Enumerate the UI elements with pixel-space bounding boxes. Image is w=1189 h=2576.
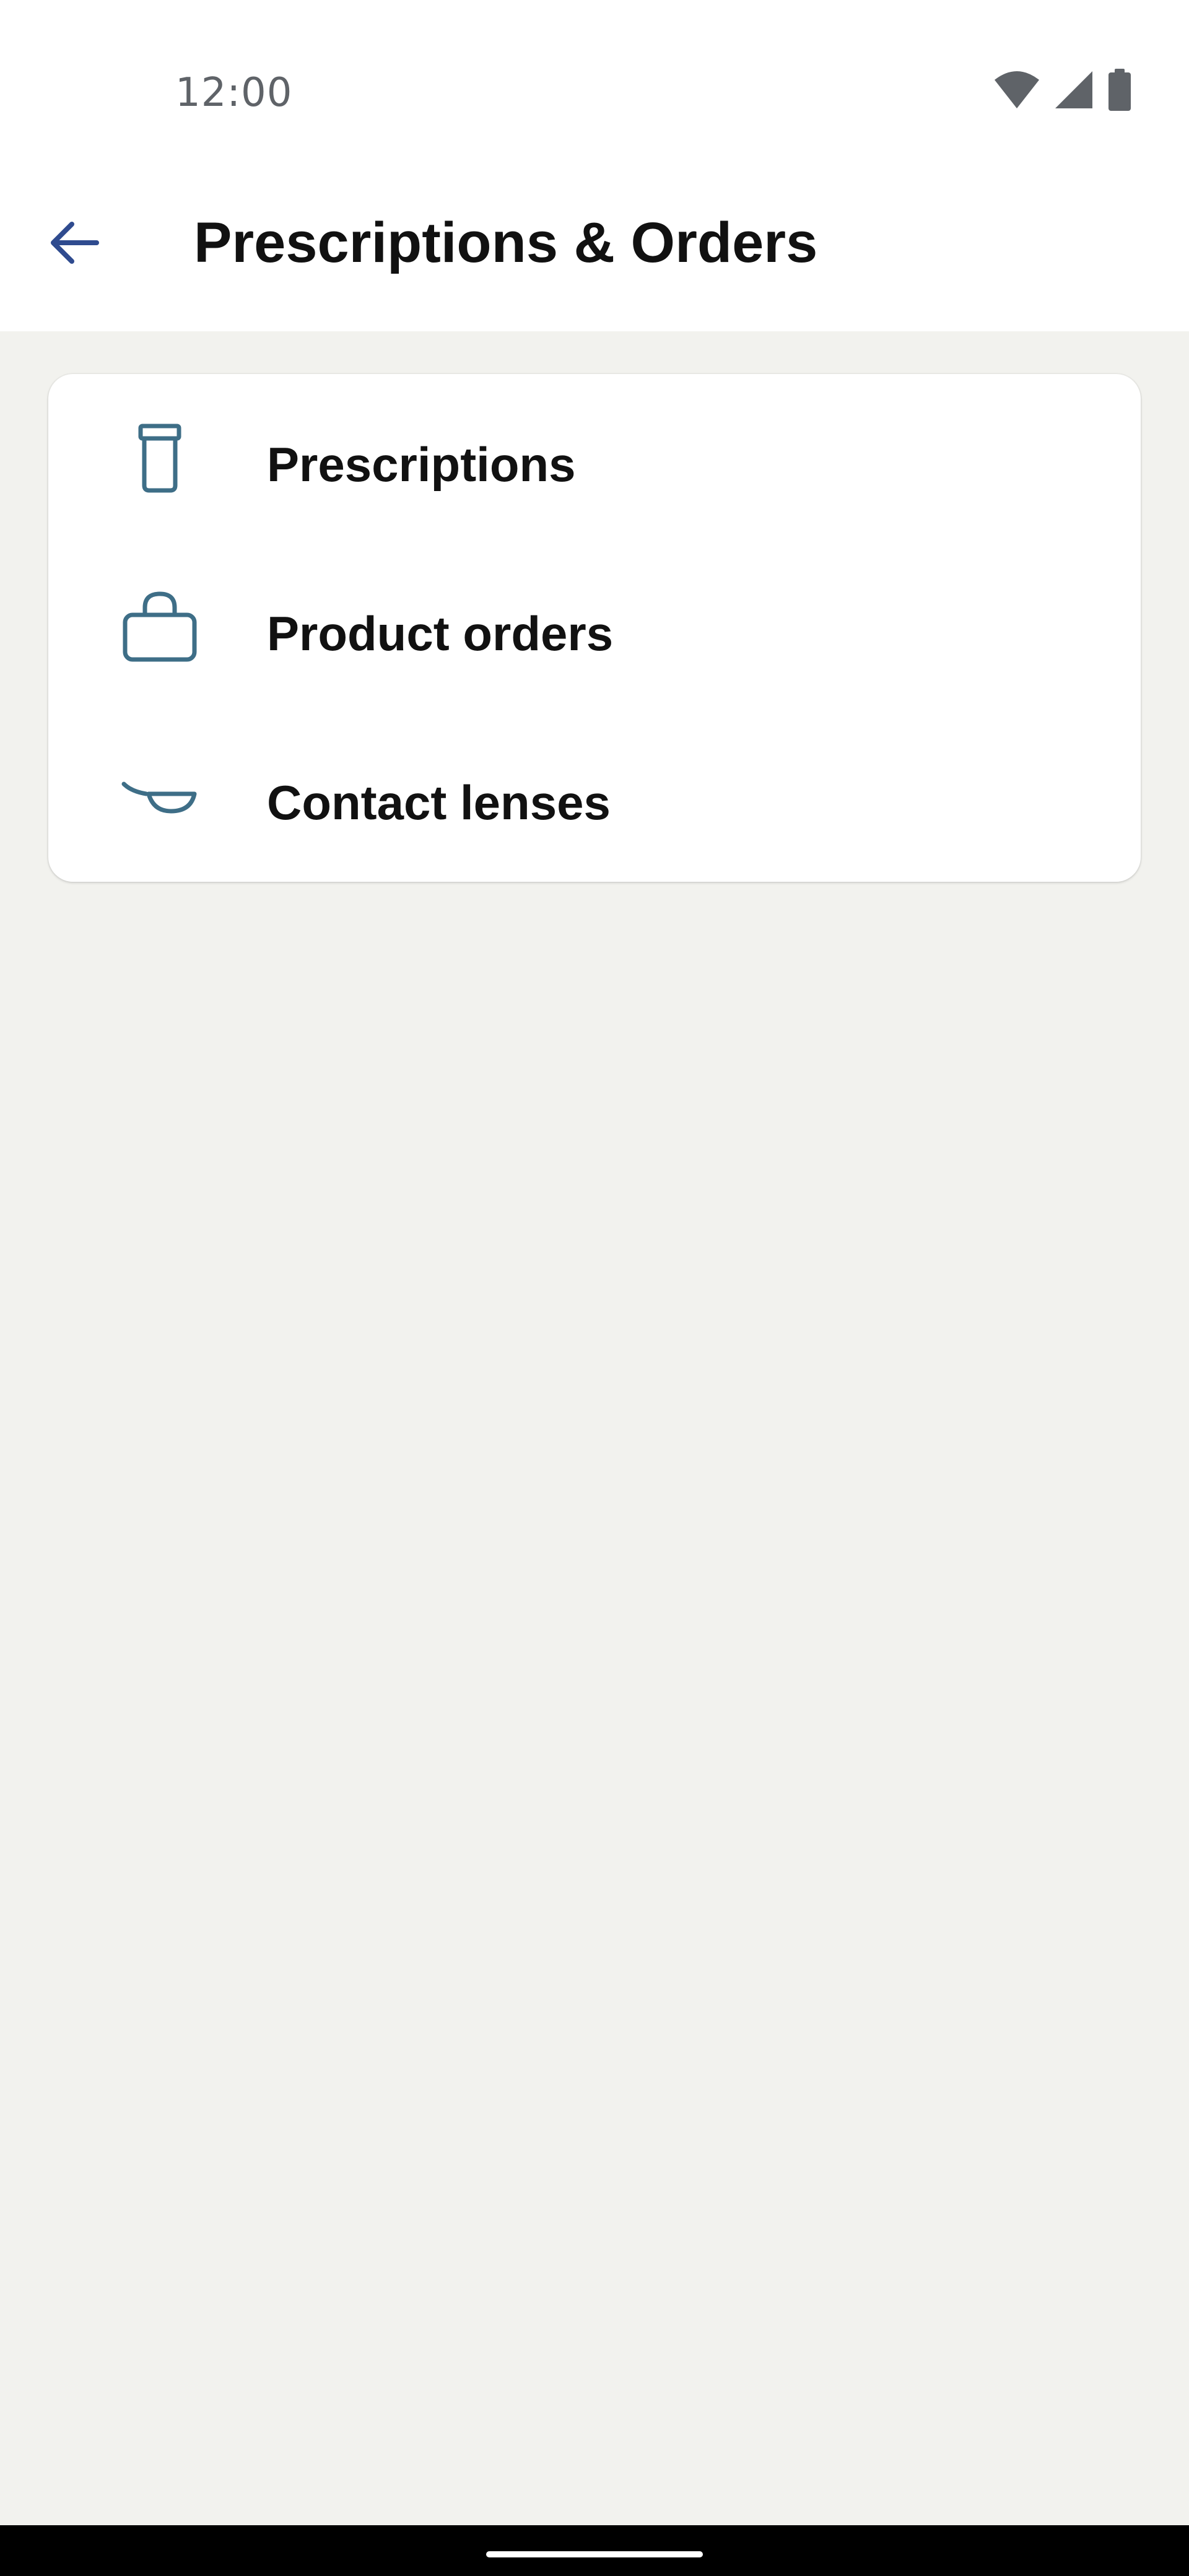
app-bar: Prescriptions & Orders xyxy=(0,186,1189,331)
home-indicator[interactable] xyxy=(486,2551,703,2557)
wifi-icon xyxy=(993,70,1040,113)
battery-icon xyxy=(1107,68,1132,114)
menu-card: Prescriptions Product orders Contact len… xyxy=(48,374,1141,882)
menu-item-label: Product orders xyxy=(267,606,614,661)
pill-bottle-icon xyxy=(116,415,203,502)
menu-item-label: Prescriptions xyxy=(267,437,576,492)
menu-item-contact-lenses[interactable]: Contact lenses xyxy=(48,712,1141,881)
contact-lenses-icon xyxy=(116,753,203,840)
menu-item-product-orders[interactable]: Product orders xyxy=(48,543,1141,712)
cellular-signal-icon xyxy=(1054,70,1094,113)
menu-item-label: Contact lenses xyxy=(267,775,611,830)
status-time: 12:00 xyxy=(175,70,293,116)
back-button[interactable] xyxy=(37,207,111,281)
status-icons xyxy=(993,68,1132,114)
menu-item-prescriptions[interactable]: Prescriptions xyxy=(48,374,1141,543)
system-nav-bar xyxy=(0,2525,1189,2576)
arrow-left-icon xyxy=(48,217,100,272)
shopping-bag-icon xyxy=(116,584,203,671)
page-title: Prescriptions & Orders xyxy=(194,211,818,274)
status-bar: 12:00 xyxy=(0,0,1189,186)
